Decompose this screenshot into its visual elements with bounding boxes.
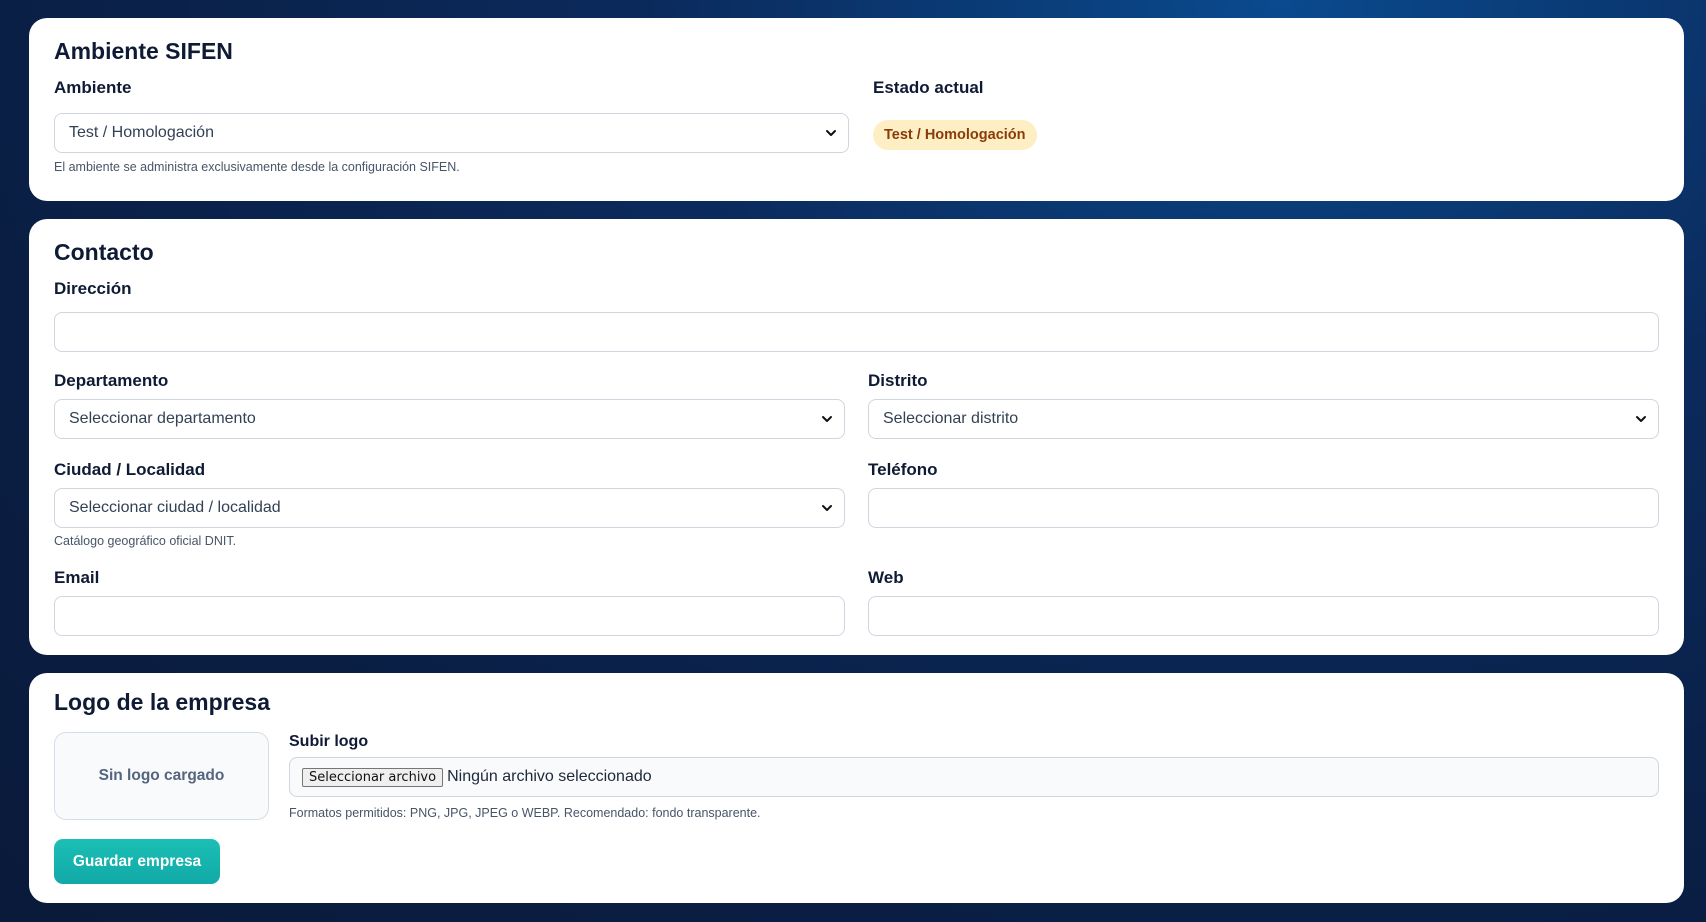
direccion-input[interactable] [54, 312, 1659, 352]
direccion-label: Dirección [54, 279, 132, 298]
ciudad-label: Ciudad / Localidad [54, 460, 206, 479]
web-label: Web [868, 568, 904, 587]
chevron-down-icon [826, 130, 836, 136]
estado-actual-badge: Test / Homologación [873, 120, 1037, 150]
chevron-down-icon [822, 416, 832, 422]
distrito-label: Distrito [868, 371, 928, 390]
subir-logo-label: Subir logo [289, 733, 369, 750]
logo-title: Logo de la empresa [54, 689, 271, 715]
choose-file-button[interactable]: Seleccionar archivo [302, 767, 444, 787]
ambiente-select[interactable]: Test / Homologación [54, 113, 849, 153]
email-label: Email [54, 568, 100, 587]
chevron-down-icon [822, 505, 832, 511]
contacto-card: Contacto Dirección Departamento Seleccio… [29, 219, 1684, 655]
web-input[interactable] [868, 596, 1659, 636]
chevron-down-icon [1636, 416, 1646, 422]
file-status-text: Ningún archivo seleccionado [447, 768, 652, 785]
ciudad-select[interactable]: Seleccionar ciudad / localidad [54, 488, 845, 528]
save-company-button[interactable]: Guardar empresa [54, 839, 220, 884]
ambiente-select-value: Test / Homologación [69, 124, 214, 141]
distrito-select-value: Seleccionar distrito [883, 410, 1019, 427]
ambiente-card: Ambiente SIFEN Ambiente Test / Homologac… [29, 18, 1684, 201]
departamento-select[interactable]: Seleccionar departamento [54, 399, 845, 439]
telefono-input[interactable] [868, 488, 1659, 528]
ciudad-select-value: Seleccionar ciudad / localidad [69, 499, 281, 516]
contacto-title: Contacto [54, 239, 154, 265]
email-input[interactable] [54, 596, 845, 636]
ambiente-label: Ambiente [54, 78, 132, 97]
ambiente-help-text: El ambiente se administra exclusivamente… [54, 160, 460, 174]
distrito-select[interactable]: Seleccionar distrito [868, 399, 1659, 439]
departamento-select-value: Seleccionar departamento [69, 410, 256, 427]
departamento-label: Departamento [54, 371, 169, 390]
logo-help-text: Formatos permitidos: PNG, JPG, JPEG o WE… [289, 806, 761, 820]
logo-file-input[interactable]: Seleccionar archivo Ningún archivo selec… [289, 757, 1659, 797]
logo-card: Logo de la empresa Sin logo cargado Subi… [29, 673, 1684, 903]
ciudad-help-text: Catálogo geográfico oficial DNIT. [54, 534, 237, 548]
logo-preview: Sin logo cargado [54, 732, 269, 820]
ambiente-title: Ambiente SIFEN [54, 38, 233, 64]
estado-actual-label: Estado actual [873, 78, 984, 97]
telefono-label: Teléfono [868, 460, 938, 479]
